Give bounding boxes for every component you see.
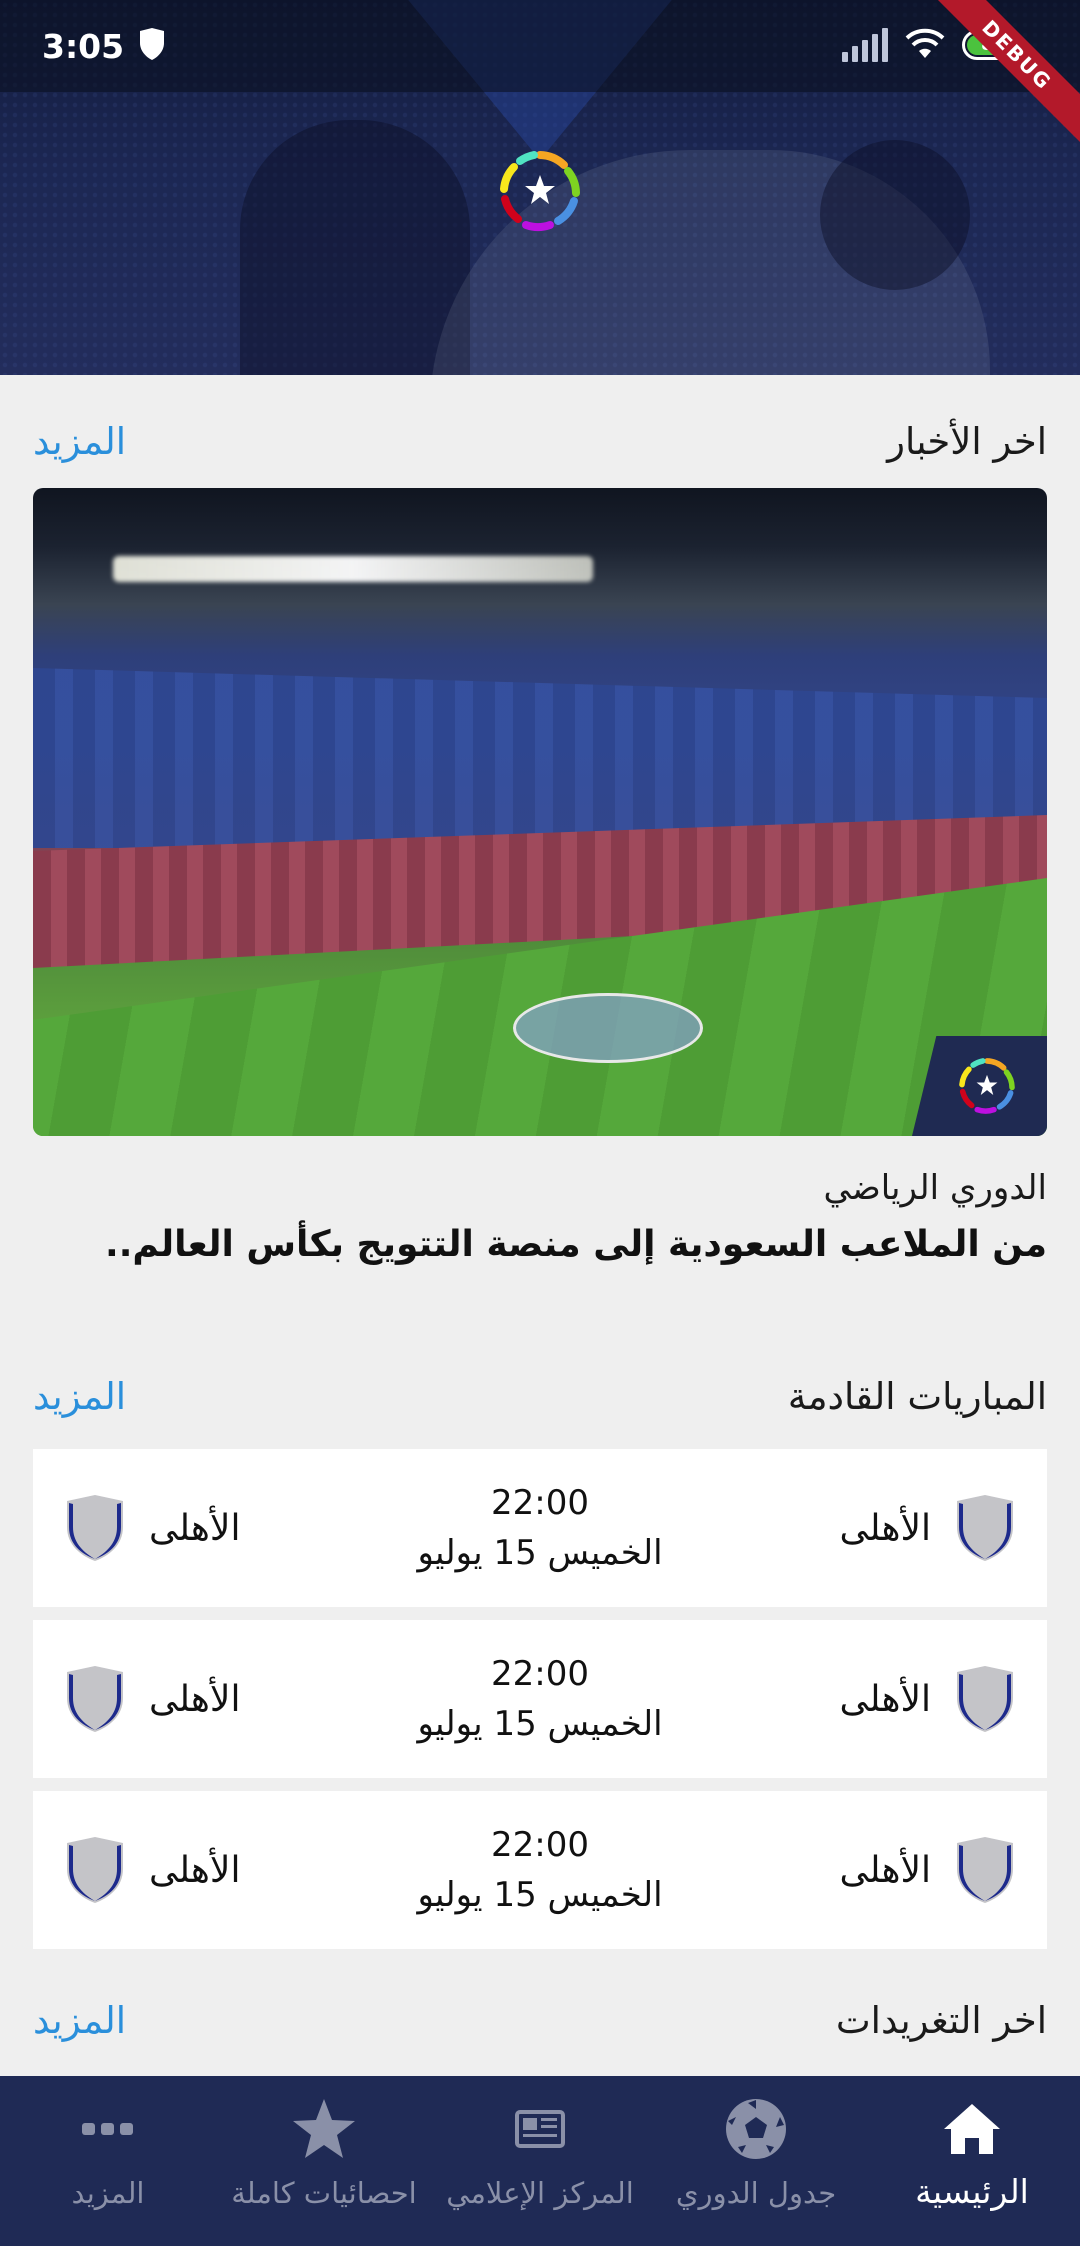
news-section-header: المزيد اخر الأخبار [33,411,1047,471]
team-shield-icon [67,1495,123,1561]
team-shield-icon [67,1837,123,1903]
nav-item-league-table[interactable]: جدول الدوري [648,2076,864,2246]
league-logo [494,145,586,237]
home-icon [941,2096,1003,2162]
news-headline[interactable]: من الملاعب السعودية إلى منصة التتويج بكأ… [33,1224,1047,1265]
team-name: الأهلى [149,1507,241,1549]
status-bar: 3:05 86 [0,0,1080,92]
news-image[interactable] [33,488,1047,1136]
matches-more-link[interactable]: المزيد [33,1375,126,1418]
away-team: الأهلى [63,1835,240,1905]
nav-label: المركز الإعلامي [446,2176,634,2210]
nav-label: المزيد [71,2176,145,2210]
home-team: الأهلى [840,1664,1017,1734]
match-card[interactable]: الأهلى 22:00 الخميس 15 يوليو الأهلى [33,1449,1047,1607]
signal-icon [842,28,888,62]
team-name: الأهلى [149,1678,241,1720]
away-team: الأهلى [63,1664,240,1734]
matches-section-title: المباريات القادمة [787,1374,1047,1418]
matches-section-header: المزيد المباريات القادمة [33,1366,1047,1426]
home-team: الأهلى [840,1835,1017,1905]
nav-label: احصائيات كاملة [231,2176,417,2210]
news-section-title: اخر الأخبار [887,419,1047,463]
team-name: الأهلى [839,1678,931,1720]
nav-label: الرئيسية [915,2172,1029,2211]
status-time: 3:05 [42,26,125,66]
stadium-lights [113,556,593,582]
match-card[interactable]: الأهلى 22:00 الخميس 15 يوليو الأهلى [33,1791,1047,1949]
tweets-section-header: المزيد اخر التغريدات [33,1990,1047,2050]
header-player-silhouette [240,120,470,375]
news-source: الدوري الرياضي [823,1168,1047,1208]
team-shield-icon [957,1837,1013,1903]
nav-item-media-center[interactable]: المركز الإعلامي [432,2076,648,2246]
header-player-silhouette [820,140,970,290]
newspaper-icon [514,2096,566,2162]
more-dots-icon [80,2096,136,2162]
nav-item-statistics[interactable]: احصائيات كاملة [216,2076,432,2246]
nav-item-more[interactable]: المزيد [0,2076,216,2246]
bottom-navigation: الرئيسية جدول الدوري المركز الإعلامي احص… [0,2076,1080,2246]
star-icon [291,2096,357,2162]
stadium-stand-upper [33,668,1047,848]
soccer-ball-icon [724,2096,788,2162]
nav-item-home[interactable]: الرئيسية [864,2076,1080,2246]
news-more-link[interactable]: المزيد [33,420,126,463]
tweets-section-title: اخر التغريدات [835,1998,1047,2042]
league-logo-icon [958,1058,1015,1114]
nav-label: جدول الدوري [675,2176,837,2210]
home-team: الأهلى [840,1493,1017,1563]
shield-status-icon [138,28,166,64]
tweets-more-link[interactable]: المزيد [33,1999,126,2042]
team-name: الأهلى [149,1849,241,1891]
wifi-icon [904,26,946,64]
match-card[interactable]: الأهلى 22:00 الخميس 15 يوليو الأهلى [33,1620,1047,1778]
pitch-center-circle [513,993,703,1063]
team-shield-icon [957,1666,1013,1732]
team-shield-icon [957,1495,1013,1561]
header-banner: 3:05 86 DEBUG [0,0,1080,375]
team-name: الأهلى [839,1507,931,1549]
away-team: الأهلى [63,1493,240,1563]
team-name: الأهلى [839,1849,931,1891]
team-shield-icon [67,1666,123,1732]
